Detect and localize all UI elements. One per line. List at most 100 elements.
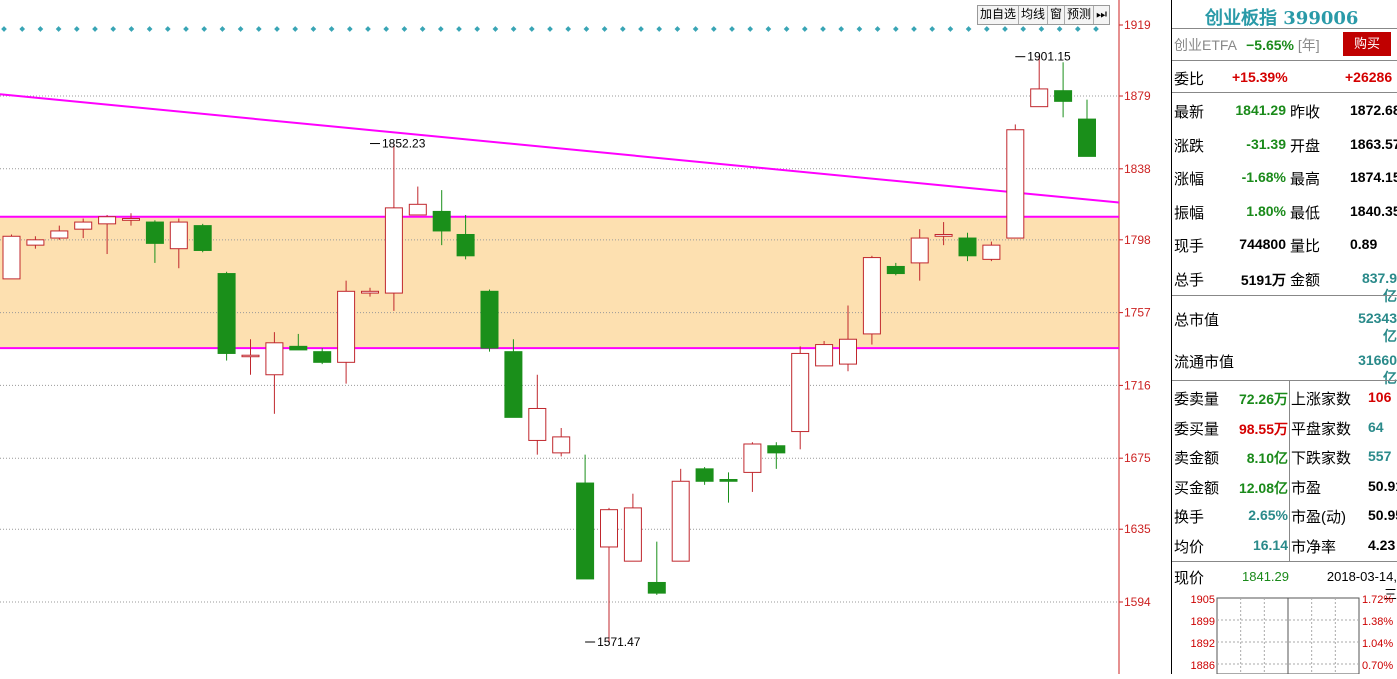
- candlestick[interactable]: [528, 374, 547, 455]
- etf-name[interactable]: 创业ETFA: [1174, 37, 1236, 53]
- y-tick-label: 1716: [1124, 378, 1151, 392]
- candle-body: [169, 221, 188, 250]
- candlestick[interactable]: [2, 234, 21, 280]
- divider: [1172, 60, 1397, 61]
- candlestick[interactable]: [815, 341, 834, 367]
- candlestick[interactable]: [647, 541, 666, 595]
- top-marker: [601, 26, 608, 32]
- top-marker: [474, 26, 481, 32]
- mini-price-label: 1886: [1191, 660, 1215, 672]
- stat-value: 12.08亿: [1238, 479, 1288, 496]
- y-tick-label: 1757: [1124, 306, 1151, 320]
- collapse-panel-icon[interactable]: ⏭: [1094, 6, 1109, 24]
- candlestick[interactable]: [1054, 62, 1073, 118]
- buy-button[interactable]: 购买: [1343, 32, 1391, 56]
- candle-body: [886, 265, 905, 275]
- top-marker: [947, 26, 954, 32]
- candle-body: [958, 237, 977, 257]
- add-watchlist-button[interactable]: 加自选: [978, 6, 1020, 24]
- moving-average-button[interactable]: 均线: [1019, 6, 1049, 24]
- top-marker: [310, 26, 317, 32]
- candlestick[interactable]: [217, 271, 236, 361]
- chart-toolbar: 加自选 均线 窗 预测 ⏭: [977, 5, 1110, 25]
- candlestick[interactable]: [862, 255, 881, 345]
- candle-body: [528, 407, 547, 441]
- y-tick-label: 1879: [1124, 89, 1151, 103]
- top-marker: [183, 26, 189, 32]
- top-marker: [1, 26, 7, 32]
- divider: [1172, 28, 1397, 29]
- y-tick-label: 1594: [1124, 595, 1151, 609]
- stat-label: 平盘家数: [1291, 420, 1352, 438]
- candlestick[interactable]: [600, 507, 618, 643]
- candlestick[interactable]: [1078, 99, 1096, 157]
- top-marker: [1093, 26, 1099, 32]
- candle-body: [50, 230, 69, 239]
- divider: [1172, 380, 1397, 381]
- stat-value: 50.95: [1368, 507, 1397, 523]
- top-marker: [146, 26, 153, 32]
- candlestick[interactable]: [480, 289, 499, 352]
- candle-body: [217, 273, 236, 354]
- quote-label: 最新: [1174, 104, 1205, 121]
- candlestick[interactable]: [767, 442, 786, 469]
- candle-body: [719, 478, 738, 482]
- quote-label: 量比: [1290, 238, 1321, 255]
- mini-chart[interactable]: 1905 1899 1892 1886 1.72% 1.38% 1.04% 0.70%: [1172, 590, 1397, 675]
- stat-value: 72.26万: [1238, 391, 1288, 407]
- candlestick[interactable]: [1030, 56, 1049, 108]
- stat-label: 均价: [1174, 538, 1205, 556]
- top-marker: [255, 26, 262, 32]
- candlestick[interactable]: [552, 428, 571, 457]
- top-marker: [1056, 26, 1063, 32]
- candlestick[interactable]: [337, 280, 356, 384]
- etf-tag: [年]: [1297, 37, 1320, 53]
- candlestick[interactable]: [576, 454, 595, 580]
- candlestick[interactable]: [671, 468, 690, 562]
- top-marker: [73, 26, 80, 32]
- candle-body: [26, 239, 45, 246]
- top-marker: [437, 26, 444, 32]
- candlestick[interactable]: [265, 332, 284, 414]
- top-marker: [55, 26, 62, 32]
- candlestick[interactable]: [1006, 124, 1025, 239]
- top-marker: [710, 26, 717, 32]
- kline-chart[interactable]: 1919 1879 1838 1798 1757 1716 1675 1635 1594 1901…: [0, 0, 1151, 674]
- candlestick[interactable]: [408, 186, 427, 216]
- candle-body: [504, 351, 523, 418]
- top-marker: [219, 26, 226, 32]
- top-marker: [401, 26, 408, 32]
- candlestick[interactable]: [695, 467, 714, 485]
- stats-divider: [1289, 381, 1290, 561]
- kline-svg[interactable]: 1919 1879 1838 1798 1757 1716 1675 1635 1594 1901…: [0, 0, 1170, 674]
- quote-label: 涨幅: [1174, 171, 1205, 188]
- window-button[interactable]: 窗: [1048, 6, 1066, 24]
- stat-label: 下跌家数: [1291, 450, 1352, 467]
- stat-value: 16.14: [1252, 536, 1288, 553]
- y-tick-label: 1635: [1124, 522, 1151, 536]
- candlestick[interactable]: [313, 348, 332, 365]
- stat-label: 委买量: [1174, 420, 1220, 438]
- top-marker: [801, 26, 808, 32]
- candlestick[interactable]: [193, 223, 212, 253]
- quote-value: 1.80%: [1246, 202, 1286, 219]
- candlestick[interactable]: [791, 346, 810, 450]
- candlestick[interactable]: [743, 442, 762, 492]
- top-marker: [110, 26, 117, 32]
- quote-value: 1874.15: [1350, 169, 1397, 185]
- quote-label: 总手: [1174, 271, 1205, 289]
- candlestick[interactable]: [504, 339, 523, 418]
- top-marker: [292, 26, 299, 32]
- top-marker: [37, 26, 44, 32]
- mini-price-label: 1892: [1191, 638, 1215, 650]
- stat-label: 委卖量: [1174, 391, 1220, 408]
- stat-value: 106: [1368, 389, 1392, 405]
- price-annotation: 1901.15: [1027, 50, 1071, 64]
- candlestick[interactable]: [719, 472, 738, 503]
- forecast-button[interactable]: 预测: [1065, 6, 1095, 24]
- top-marker: [274, 26, 280, 32]
- candle-body: [337, 290, 356, 363]
- candlestick[interactable]: [623, 493, 642, 562]
- top-marker: [838, 26, 845, 32]
- etf-row[interactable]: 创业ETFA −5.65% [年]: [1174, 35, 1320, 55]
